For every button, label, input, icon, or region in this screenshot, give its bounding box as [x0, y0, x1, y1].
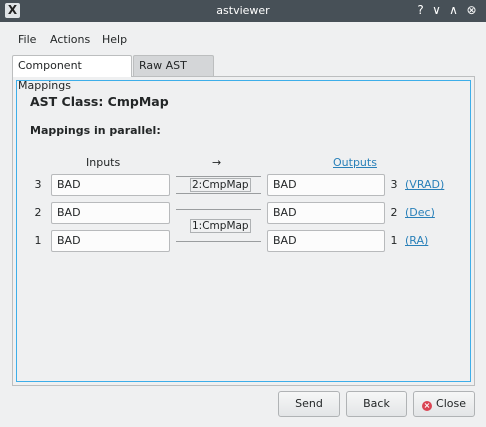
- output-number: 3: [390, 178, 398, 191]
- tab-component-mappings[interactable]: Component Mappings: [12, 55, 132, 92]
- output-name-link[interactable]: (RA): [405, 234, 428, 247]
- output-number: 2: [390, 206, 398, 219]
- close-button-label: Close: [436, 397, 466, 410]
- section-title: Mappings in parallel:: [30, 124, 161, 137]
- tab-raw-ast-data[interactable]: Raw AST data: [133, 55, 214, 92]
- menu-bar: File Actions Help: [0, 28, 486, 52]
- inputs-header: Inputs: [86, 156, 121, 169]
- help-icon[interactable]: ?: [412, 2, 429, 19]
- minimize-icon[interactable]: ∨: [428, 2, 445, 19]
- input-number: 1: [34, 234, 42, 247]
- output-field[interactable]: BAD: [267, 202, 385, 224]
- menu-help[interactable]: Help: [102, 32, 127, 48]
- mapping-label[interactable]: 1:CmpMap: [190, 219, 251, 233]
- mapping-label[interactable]: 2:CmpMap: [190, 178, 251, 192]
- send-button[interactable]: Send: [278, 391, 340, 417]
- input-field[interactable]: BAD: [51, 202, 170, 224]
- output-number: 1: [390, 234, 398, 247]
- outputs-header-link[interactable]: Outputs: [333, 156, 377, 169]
- page-title: AST Class: CmpMap: [30, 94, 169, 109]
- output-field[interactable]: BAD: [267, 230, 385, 252]
- close-window-icon[interactable]: ⊗: [463, 2, 480, 19]
- arrow-header: →: [212, 156, 222, 169]
- mapping-connector-line: [176, 176, 261, 177]
- output-field[interactable]: BAD: [267, 174, 385, 196]
- input-number: 2: [34, 206, 42, 219]
- output-name-link[interactable]: (VRAD): [405, 178, 444, 191]
- close-icon: ×: [422, 401, 433, 411]
- menu-file[interactable]: File: [18, 32, 36, 48]
- mapping-connector-line: [176, 193, 261, 194]
- close-button[interactable]: × Close: [413, 391, 475, 417]
- input-number: 3: [34, 178, 42, 191]
- menu-actions[interactable]: Actions: [50, 32, 90, 48]
- mapping-connector-line: [176, 209, 261, 210]
- title-bar[interactable]: X astviewer ? ∨ ∧ ⊗: [0, 0, 486, 22]
- back-button[interactable]: Back: [346, 391, 407, 417]
- output-name-link[interactable]: (Dec): [405, 206, 435, 219]
- maximize-icon[interactable]: ∧: [445, 2, 462, 19]
- input-field[interactable]: BAD: [51, 230, 170, 252]
- mapping-connector-line: [176, 241, 261, 242]
- input-field[interactable]: BAD: [51, 174, 170, 196]
